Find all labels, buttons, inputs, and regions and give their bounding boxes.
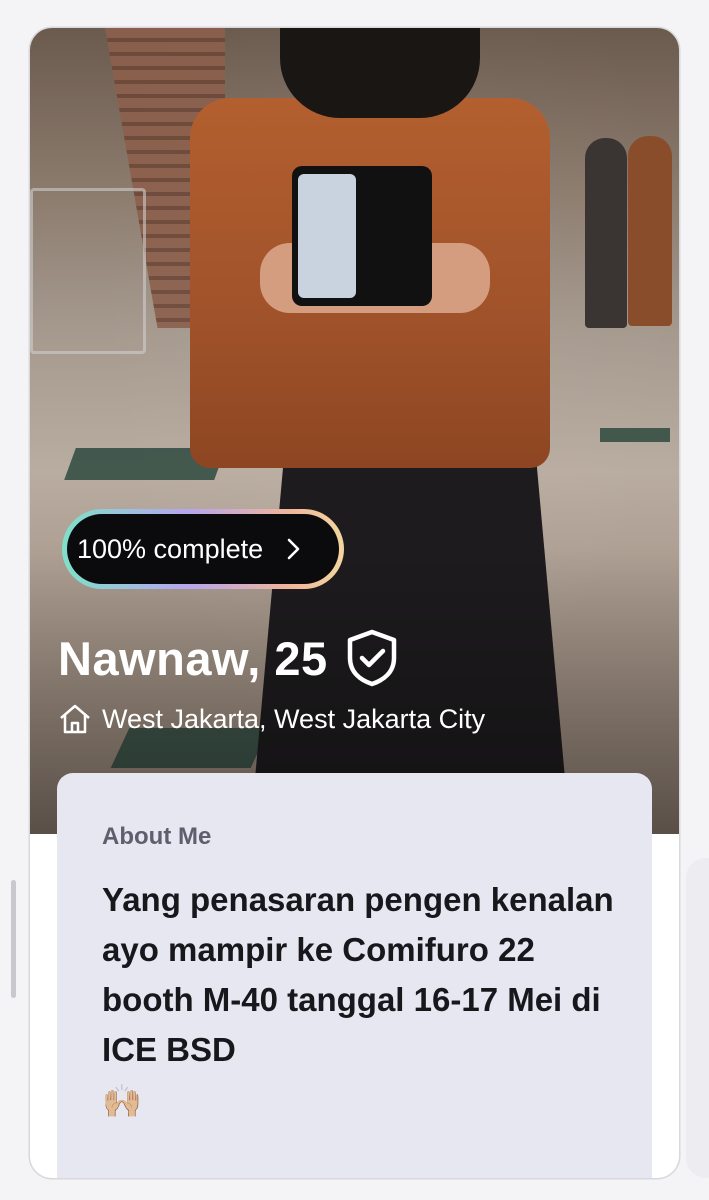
raised-hands-emoji: 🙌🏼 [102, 1083, 142, 1119]
about-me-title: About Me [102, 823, 212, 850]
profile-completion-label: 100% complete [77, 533, 264, 564]
chevron-right-icon [287, 538, 300, 560]
profile-name-age: Nawnaw, 25 [58, 631, 328, 685]
scroll-indicator [11, 880, 16, 998]
about-me-text: Yang penasaran pengen kenalan ayo mampir… [102, 875, 622, 1121]
home-icon [60, 704, 90, 734]
profile-location: West Jakarta, West Jakarta City [102, 703, 486, 734]
about-me-section: About Me Yang penasaran pengen kenalan a… [57, 773, 652, 1178]
next-profile-card-peek [686, 858, 709, 1178]
name-row: Nawnaw, 25 [58, 628, 400, 688]
profile-completion-button[interactable]: 100% complete [62, 509, 344, 589]
profile-card: 100% complete Nawnaw, 25 West Jakarta, W… [30, 28, 679, 1178]
location-row: West Jakarta, West Jakarta City [58, 703, 485, 735]
shield-check-icon[interactable] [344, 628, 400, 688]
